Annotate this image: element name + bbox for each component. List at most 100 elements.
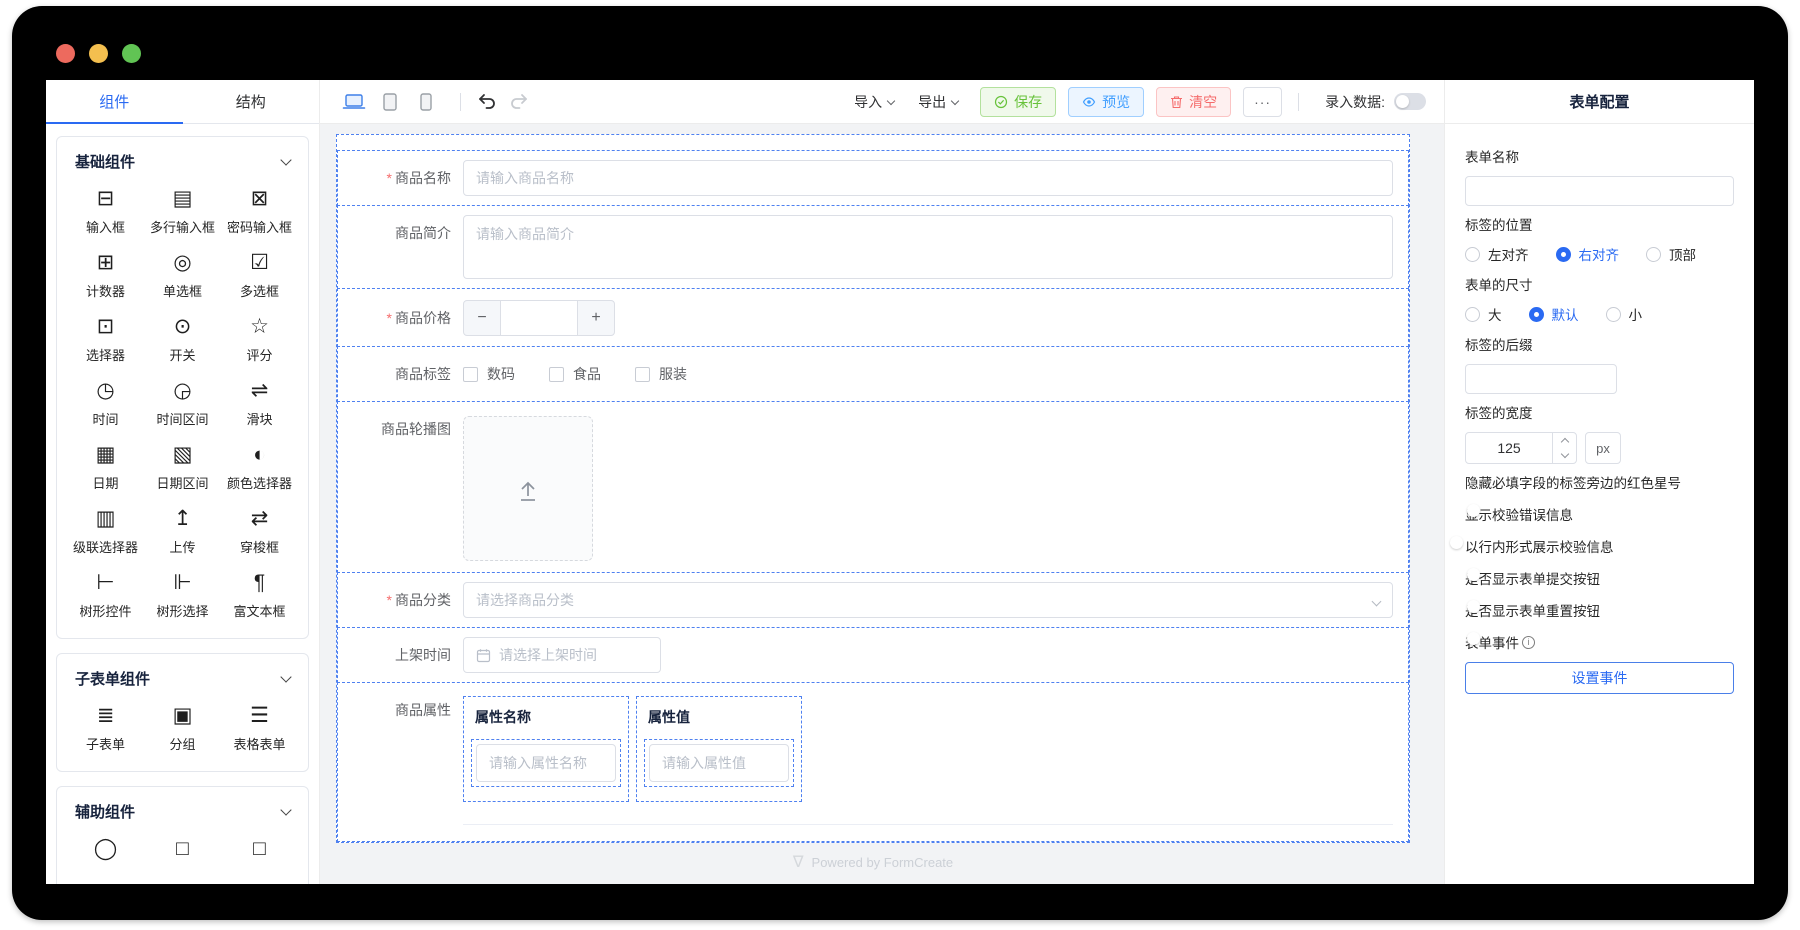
radio-label: 顶部 (1669, 248, 1696, 263)
checkbox-option[interactable]: 数码 (463, 364, 515, 384)
import-dropdown[interactable]: 导入 (854, 92, 896, 112)
radio-icon[interactable] (1646, 246, 1661, 262)
palette-item-switch[interactable]: ⊙ 开关 (144, 316, 221, 368)
form-field-product-category[interactable]: * 商品分类 请选择商品分类 (337, 572, 1409, 628)
config-label-form-events: 表单事件 i (1465, 632, 1734, 652)
save-button[interactable]: 保存 (980, 86, 1057, 117)
device-tablet-button[interactable] (376, 89, 404, 115)
form-field-product-name[interactable]: * 商品名称 请输入商品名称 (337, 150, 1409, 206)
palette-item-date[interactable]: ▦ 日期 (67, 444, 144, 496)
palette-item-table-form[interactable]: ☰ 表格表单 (221, 705, 298, 757)
zoom-window-button[interactable] (122, 44, 141, 63)
clear-button[interactable]: 清空 (1156, 86, 1232, 117)
palette-item-color-picker[interactable]: ◐ 颜色选择器 (221, 444, 298, 496)
form-field-shelf-time[interactable]: 上架时间 请选择上架时间 (337, 627, 1409, 683)
form-name-input[interactable] (1465, 176, 1734, 206)
palette-item-slider[interactable]: ⇌ 滑块 (221, 380, 298, 432)
palette-item-tree[interactable]: ⊢ 树形控件 (67, 572, 144, 624)
minimize-window-button[interactable] (89, 44, 108, 63)
unit-label: px (1585, 432, 1621, 464)
palette-section-header[interactable]: 辅助组件 (67, 801, 298, 822)
spinner-up-button[interactable] (1553, 433, 1576, 448)
decrease-button[interactable]: − (464, 301, 500, 335)
palette-item-aux-1[interactable]: ◯ (67, 838, 144, 884)
more-button[interactable]: ··· (1243, 86, 1283, 117)
close-window-button[interactable] (56, 44, 75, 63)
radio-icon[interactable] (1605, 306, 1621, 322)
palette-item-time[interactable]: ◷ 时间 (67, 380, 144, 432)
radio-option[interactable]: 顶部 (1646, 244, 1696, 264)
select-widget[interactable]: 请选择商品分类 (463, 582, 1393, 618)
palette-item-rich-text[interactable]: ¶ 富文本框 (221, 572, 298, 624)
subform-field-wrapper[interactable]: 请输入属性值 (644, 739, 794, 787)
upload-dropzone[interactable] (463, 416, 593, 561)
radio-icon[interactable] (1555, 246, 1571, 262)
form-sheet: * 商品名称 请输入商品名称 商品简介 请输入商品简介 * 商品价格 − + 商品标签 数码 食品 服装… (336, 134, 1410, 843)
design-canvas[interactable]: * 商品名称 请输入商品名称 商品简介 请输入商品简介 * 商品价格 − + 商品标签 数码 食品 服装… (320, 124, 1444, 884)
palette-item-password[interactable]: ⊠ 密码输入框 (221, 188, 298, 240)
device-desktop-button[interactable] (340, 89, 368, 115)
palette-item-textarea[interactable]: ▤ 多行输入框 (144, 188, 221, 240)
spinner-buttons[interactable] (1552, 433, 1576, 463)
input-widget[interactable]: 请输入属性名称 (476, 744, 616, 782)
tab-components[interactable]: 组件 (46, 80, 183, 124)
palette-item-transfer[interactable]: ⇄ 穿梭框 (221, 508, 298, 560)
checkbox-icon[interactable] (635, 366, 650, 382)
form-field-product-intro[interactable]: 商品简介 请输入商品简介 (337, 205, 1409, 289)
palette-item-sub-form[interactable]: ≣ 子表单 (67, 705, 144, 757)
palette-item-date-range[interactable]: ▧ 日期区间 (144, 444, 221, 496)
palette-item-time-range[interactable]: ◶ 时间区间 (144, 380, 221, 432)
label-suffix-input[interactable] (1465, 364, 1617, 394)
subform-column[interactable]: 属性名称 请输入属性名称 (463, 696, 629, 802)
date-picker-widget[interactable]: 请选择上架时间 (463, 637, 661, 673)
redo-button[interactable] (505, 89, 533, 115)
radio-icon[interactable] (1528, 306, 1544, 322)
subform-field-wrapper[interactable]: 请输入属性名称 (471, 739, 621, 787)
set-events-button[interactable]: 设置事件 (1465, 662, 1734, 694)
checkbox-icon[interactable] (549, 366, 564, 382)
palette-item-group[interactable]: ▣ 分组 (144, 705, 221, 757)
palette-item-cascader[interactable]: ▥ 级联选择器 (67, 508, 144, 560)
checkbox-option[interactable]: 食品 (549, 364, 601, 384)
checkbox-option[interactable]: 服装 (635, 364, 687, 384)
palette-item-aux-3[interactable]: □ (221, 838, 298, 884)
palette-item-checkbox[interactable]: ☑ 多选框 (221, 252, 298, 304)
form-field-product-tags[interactable]: 商品标签 数码 食品 服装 (337, 346, 1409, 402)
number-input[interactable] (500, 300, 578, 335)
palette-item-aux-2[interactable]: □ (144, 838, 221, 884)
palette-item-counter[interactable]: ⊞ 计数器 (67, 252, 144, 304)
palette-item-input[interactable]: ⊟ 输入框 (67, 188, 144, 240)
palette-item-tree-select[interactable]: ⊩ 树形选择 (144, 572, 221, 624)
form-field-product-price[interactable]: * 商品价格 − + (337, 288, 1409, 347)
placeholder-text: 请选择上架时间 (499, 647, 597, 663)
radio-option[interactable]: 大 (1465, 304, 1502, 324)
label-width-input[interactable]: 125 (1465, 432, 1577, 464)
palette-section-header[interactable]: 基础组件 (67, 151, 298, 172)
input-widget[interactable]: 请输入商品名称 (463, 160, 1393, 196)
device-mobile-button[interactable] (412, 89, 440, 115)
checkbox-icon[interactable] (463, 366, 478, 382)
tab-structure[interactable]: 结构 (183, 80, 320, 123)
radio-icon[interactable] (1465, 306, 1480, 322)
export-dropdown[interactable]: 导出 (918, 92, 960, 112)
textarea-widget[interactable]: 请输入商品简介 (463, 215, 1393, 279)
preview-button[interactable]: 预览 (1068, 86, 1145, 117)
undo-button[interactable] (473, 89, 501, 115)
input-widget[interactable]: 请输入属性值 (649, 744, 789, 782)
radio-option[interactable]: 右对齐 (1555, 244, 1619, 264)
subform-column[interactable]: 属性值 请输入属性值 (636, 696, 802, 802)
palette-item-rate[interactable]: ☆ 评分 (221, 316, 298, 368)
palette-item-select[interactable]: ⊡ 选择器 (67, 316, 144, 368)
form-field-product-carousel[interactable]: 商品轮播图 (337, 401, 1409, 573)
spinner-down-button[interactable] (1553, 448, 1576, 463)
radio-option[interactable]: 小 (1605, 304, 1642, 324)
radio-icon[interactable] (1465, 246, 1480, 262)
record-data-toggle[interactable] (1394, 93, 1426, 110)
radio-option[interactable]: 默认 (1528, 304, 1579, 324)
palette-item-radio[interactable]: ◎ 单选框 (144, 252, 221, 304)
radio-option[interactable]: 左对齐 (1465, 244, 1529, 264)
palette-section-header[interactable]: 子表单组件 (67, 668, 298, 689)
increase-button[interactable]: + (578, 301, 614, 335)
form-field-product-attrs[interactable]: 商品属性 属性名称 请输入属性名称 属性值 请输入属性值 (337, 682, 1409, 842)
palette-item-upload[interactable]: ↥ 上传 (144, 508, 221, 560)
